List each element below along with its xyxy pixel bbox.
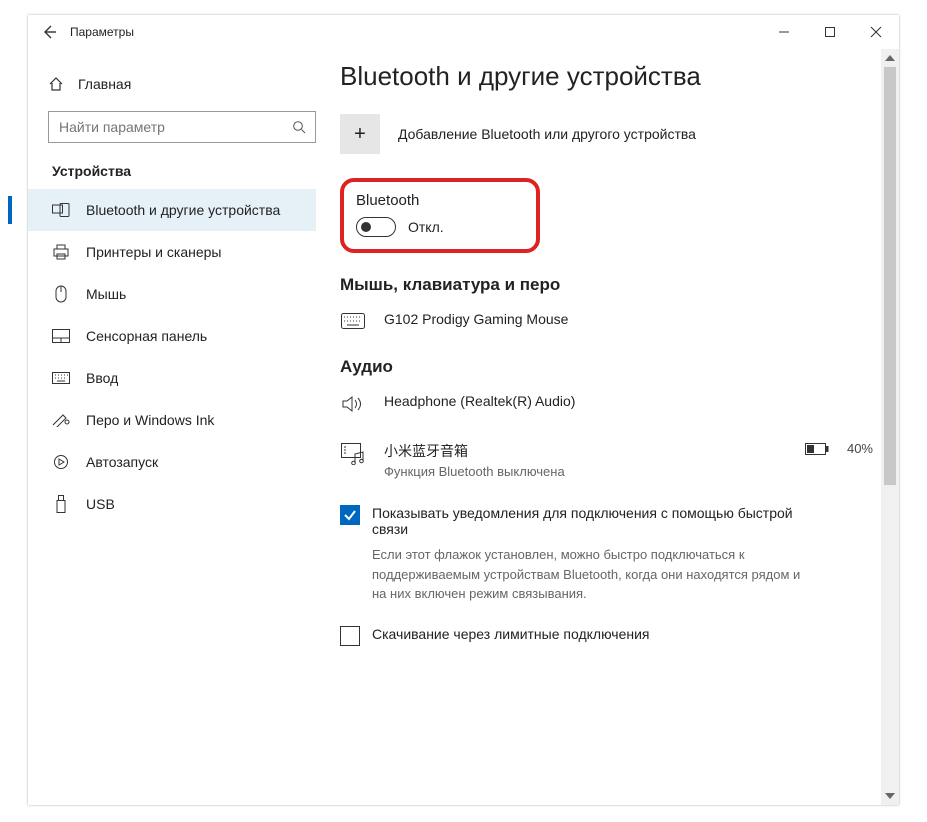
bluetooth-state: Откл. — [408, 219, 444, 235]
sidebar-item-label: Сенсорная панель — [86, 328, 207, 344]
arrow-left-icon — [41, 24, 57, 40]
search-icon — [292, 120, 307, 135]
scrollbar-track[interactable] — [881, 67, 899, 787]
sidebar: Главная Устройства Bluetooth и другие ус… — [28, 49, 338, 805]
section-mouse-kb: Мышь, клавиатура и перо — [340, 275, 873, 295]
usb-icon — [56, 495, 66, 513]
sidebar-item-label: Мышь — [86, 286, 126, 302]
pen-icon — [52, 413, 70, 427]
sidebar-item-typing[interactable]: Ввод — [48, 357, 338, 399]
bluetooth-toggle-block: Bluetooth Откл. — [340, 178, 540, 253]
sidebar-item-printers[interactable]: Принтеры и сканеры — [48, 231, 338, 273]
add-device-label: Добавление Bluetooth или другого устройс… — [398, 126, 696, 142]
plus-icon: + — [340, 114, 380, 154]
minimize-icon — [778, 26, 790, 38]
maximize-icon — [824, 26, 836, 38]
home-icon — [48, 76, 64, 92]
page-heading: Bluetooth и другие устройства — [340, 61, 873, 92]
notify-label: Показывать уведомления для подключения с… — [372, 505, 802, 537]
scroll-up-button[interactable] — [881, 49, 899, 67]
keyboard-device-icon — [341, 313, 365, 329]
sidebar-item-usb[interactable]: USB — [48, 483, 338, 525]
close-icon — [870, 26, 882, 38]
notify-description: Если этот флажок установлен, можно быстр… — [372, 545, 802, 604]
device-mouse[interactable]: G102 Prodigy Gaming Mouse — [340, 309, 873, 331]
keyboard-icon — [52, 372, 70, 384]
metered-checkbox[interactable] — [340, 626, 360, 646]
device-headphone[interactable]: Headphone (Realtek(R) Audio) — [340, 391, 873, 415]
bluetooth-toggle[interactable] — [356, 217, 396, 237]
device-speaker[interactable]: 小米蓝牙音箱 Функция Bluetooth выключена 40% — [340, 439, 873, 481]
titlebar: Параметры — [28, 15, 899, 49]
scrollbar-thumb[interactable] — [884, 67, 896, 485]
touchpad-icon — [52, 329, 70, 343]
device-name: Headphone (Realtek(R) Audio) — [384, 393, 873, 409]
music-device-icon — [341, 443, 365, 465]
close-button[interactable] — [853, 15, 899, 49]
search-input[interactable] — [57, 118, 292, 136]
back-button[interactable] — [28, 24, 70, 40]
vertical-scrollbar[interactable] — [881, 49, 899, 805]
sidebar-item-autoplay[interactable]: Автозапуск — [48, 441, 338, 483]
sidebar-item-label: Автозапуск — [86, 454, 158, 470]
bluetooth-label: Bluetooth — [356, 192, 516, 209]
sidebar-item-label: Принтеры и сканеры — [86, 244, 221, 260]
sidebar-section-title: Устройства — [52, 163, 338, 179]
devices-icon — [52, 203, 70, 217]
device-name: G102 Prodigy Gaming Mouse — [384, 311, 873, 327]
autoplay-icon — [53, 454, 69, 470]
scroll-down-button[interactable] — [881, 787, 899, 805]
sidebar-item-label: Bluetooth и другие устройства — [86, 202, 280, 218]
device-battery: 40% — [805, 441, 873, 456]
sidebar-item-pen[interactable]: Перо и Windows Ink — [48, 399, 338, 441]
battery-percent: 40% — [847, 441, 873, 456]
metered-label: Скачивание через лимитные подключения — [372, 626, 649, 646]
window-title: Параметры — [70, 25, 134, 39]
minimize-button[interactable] — [761, 15, 807, 49]
maximize-button[interactable] — [807, 15, 853, 49]
battery-icon — [805, 443, 829, 455]
main-pane: Bluetooth и другие устройства + Добавлен… — [338, 49, 899, 805]
check-icon — [343, 508, 357, 522]
section-audio: Аудио — [340, 357, 873, 377]
chevron-down-icon — [885, 793, 895, 799]
search-box[interactable] — [48, 111, 316, 143]
home-label: Главная — [78, 76, 131, 92]
home-link[interactable]: Главная — [48, 67, 338, 101]
printer-icon — [53, 244, 69, 260]
sidebar-item-label: USB — [86, 496, 115, 512]
device-status: Функция Bluetooth выключена — [384, 464, 787, 479]
chevron-up-icon — [885, 55, 895, 61]
speaker-icon — [342, 395, 364, 413]
sidebar-item-label: Ввод — [86, 370, 118, 386]
sidebar-item-bluetooth[interactable]: Bluetooth и другие устройства — [28, 189, 316, 231]
device-name: 小米蓝牙音箱 — [384, 441, 787, 461]
sidebar-item-label: Перо и Windows Ink — [86, 412, 214, 428]
sidebar-item-touchpad[interactable]: Сенсорная панель — [48, 315, 338, 357]
sidebar-item-mouse[interactable]: Мышь — [48, 273, 338, 315]
mouse-icon — [55, 285, 67, 303]
notify-checkbox[interactable] — [340, 505, 360, 525]
add-device-button[interactable]: + Добавление Bluetooth или другого устро… — [340, 114, 873, 154]
